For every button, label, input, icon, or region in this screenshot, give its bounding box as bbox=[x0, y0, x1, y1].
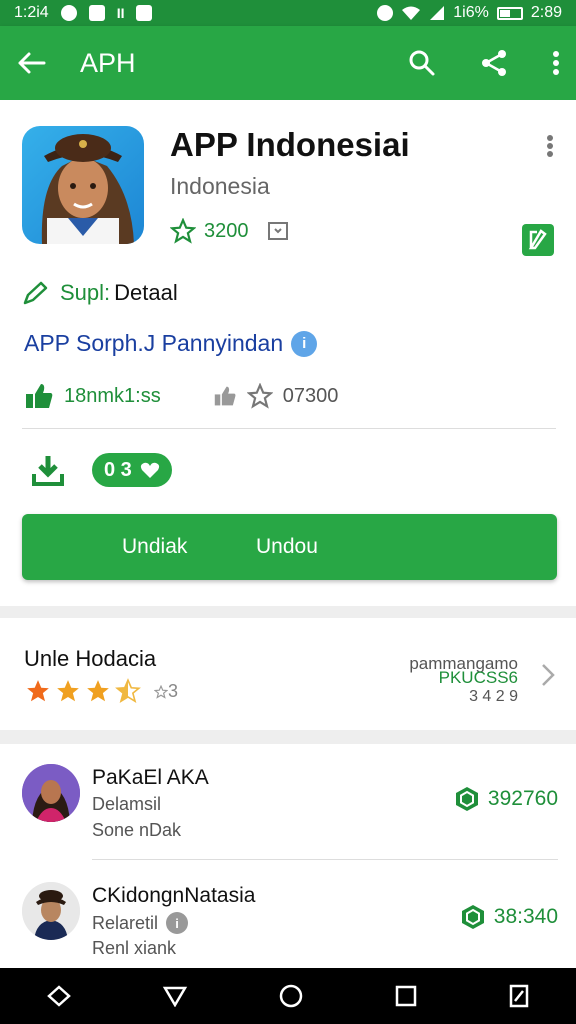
stats-row: 18nmk1:ss 07300 bbox=[24, 382, 558, 410]
review-score-value: 38:340 bbox=[493, 905, 558, 928]
reviews-card: PaKaEl AKA Delamsil Sone nDak 392760 CKi… bbox=[0, 744, 576, 968]
battery-icon bbox=[496, 6, 523, 20]
review-score: 38:340 bbox=[460, 904, 558, 930]
info-badge-icon: i bbox=[291, 330, 318, 357]
wifi-icon bbox=[402, 6, 421, 20]
category-label: APP Sorph.J Pannyindan bbox=[24, 330, 284, 356]
status-time-right: 2:89 bbox=[530, 4, 562, 21]
info-badge-icon: i bbox=[166, 912, 189, 934]
install-label-left: Undiak bbox=[122, 535, 188, 558]
back-arrow-icon[interactable] bbox=[16, 51, 46, 75]
home-diamond-icon[interactable] bbox=[45, 984, 73, 1008]
status-left: 1:2i4 II bbox=[14, 4, 153, 22]
install-label-right: Undou bbox=[256, 535, 318, 558]
likes-count: 18nmk1:ss bbox=[64, 384, 161, 407]
system-nav-bar bbox=[0, 968, 576, 1024]
star-filled-icon bbox=[57, 680, 79, 702]
reviewer-detail: Sone nDak bbox=[92, 820, 182, 840]
reviewer-name: PaKaEl AKA bbox=[92, 766, 209, 789]
avatar bbox=[22, 882, 80, 940]
star-filled-icon bbox=[87, 680, 109, 702]
rate-summary: pammangamo PKUCSS6 3 4 2 9 bbox=[409, 654, 518, 706]
screenshot-icon[interactable] bbox=[507, 983, 531, 1009]
developer-label: Detaal bbox=[114, 280, 178, 305]
share-icon[interactable] bbox=[480, 49, 508, 77]
divider bbox=[92, 859, 558, 860]
rate-count: 3 bbox=[153, 680, 179, 702]
chevron-right-icon[interactable] bbox=[540, 662, 556, 688]
search-icon[interactable] bbox=[408, 49, 436, 77]
status-right: 1i6% 2:89 bbox=[377, 4, 562, 22]
review-item[interactable]: CKidongnNatasia Relaretil i Renl xiank 3… bbox=[0, 862, 576, 974]
signal-icon bbox=[430, 6, 445, 20]
app-rating: 3200 bbox=[170, 218, 289, 244]
avatar bbox=[22, 764, 80, 822]
reviewer-meta: Relaretil i bbox=[92, 912, 189, 934]
recents-square-icon[interactable] bbox=[394, 984, 418, 1008]
app-name: APP Indonesiai bbox=[170, 126, 410, 163]
download-icon[interactable] bbox=[30, 452, 66, 488]
developer-row[interactable]: Supl: Detaal bbox=[22, 280, 178, 306]
home-circle-icon[interactable] bbox=[278, 983, 304, 1009]
message-icon bbox=[88, 5, 105, 21]
app-bar: APH bbox=[0, 26, 576, 100]
reviewer-detail: Renl xiank bbox=[92, 938, 177, 958]
save-icon[interactable] bbox=[267, 221, 289, 241]
review-item[interactable]: PaKaEl AKA Delamsil Sone nDak 392760 bbox=[0, 744, 576, 860]
app-subtitle: Indonesia bbox=[170, 173, 270, 199]
rating-value: 3200 bbox=[204, 219, 249, 242]
notification-icon bbox=[60, 5, 77, 21]
divider bbox=[22, 428, 556, 429]
back-triangle-icon[interactable] bbox=[162, 985, 188, 1007]
star-small-outline-icon bbox=[153, 684, 169, 699]
editor-badge-icon bbox=[522, 224, 554, 256]
status-bar: 1:2i4 II 1i6% 2:89 bbox=[0, 0, 576, 26]
star-half-icon bbox=[115, 678, 141, 704]
star-outline-icon bbox=[246, 383, 273, 409]
app-bar-title: APH bbox=[80, 47, 136, 78]
rating-stat: 07300 bbox=[213, 383, 339, 409]
app-indicator-icon: II bbox=[116, 5, 125, 21]
hex-badge-icon bbox=[461, 905, 484, 929]
star-outline-icon bbox=[170, 218, 196, 244]
reviewer-meta: Delamsil bbox=[92, 794, 162, 814]
download-row: 0 3 bbox=[30, 452, 172, 488]
app-more-icon[interactable] bbox=[546, 134, 554, 158]
heart-icon bbox=[140, 462, 159, 478]
pill-value: 0 3 bbox=[104, 458, 132, 481]
star-filled-icon bbox=[27, 680, 49, 702]
app-header-card: APP Indonesiai Indonesia 3200 Supl: Deta… bbox=[0, 100, 576, 606]
rating-count: 07300 bbox=[282, 384, 339, 407]
likes-stat: 18nmk1:ss bbox=[24, 382, 161, 410]
app-bar-actions bbox=[408, 49, 560, 77]
reviewer-name: CKidongnNatasia bbox=[92, 884, 256, 907]
rate-card[interactable]: Unle Hodacia 3 pammangamo PKUCSS6 3 4 2 … bbox=[0, 618, 576, 730]
thumbs-icon bbox=[214, 386, 236, 406]
review-score: 392760 bbox=[454, 786, 558, 812]
rate-title: Unle Hodacia bbox=[24, 646, 157, 671]
rate-count-value: 3 bbox=[168, 680, 179, 701]
category-row[interactable]: APP Sorph.J Pannyindan i bbox=[24, 330, 318, 357]
image-icon bbox=[136, 5, 153, 21]
thumbs-up-icon bbox=[26, 384, 53, 408]
battery-percent: 1i6% bbox=[453, 4, 489, 21]
edit-pen-icon bbox=[23, 281, 48, 305]
hex-badge-icon bbox=[455, 787, 478, 811]
rate-summary-line3: 3 4 2 9 bbox=[469, 688, 518, 705]
reviewer-meta-text: Relaretil bbox=[92, 912, 159, 933]
alarm-icon bbox=[377, 5, 394, 21]
rating-stars: 3 bbox=[24, 678, 178, 704]
install-button[interactable]: Undiak Undou bbox=[22, 514, 557, 580]
developer-prefix: Supl: bbox=[60, 280, 111, 305]
status-time-left: 1:2i4 bbox=[14, 4, 49, 21]
more-vert-icon[interactable] bbox=[552, 50, 560, 76]
app-icon bbox=[22, 126, 144, 244]
review-score-value: 392760 bbox=[487, 787, 558, 810]
wishlist-pill[interactable]: 0 3 bbox=[92, 453, 172, 487]
